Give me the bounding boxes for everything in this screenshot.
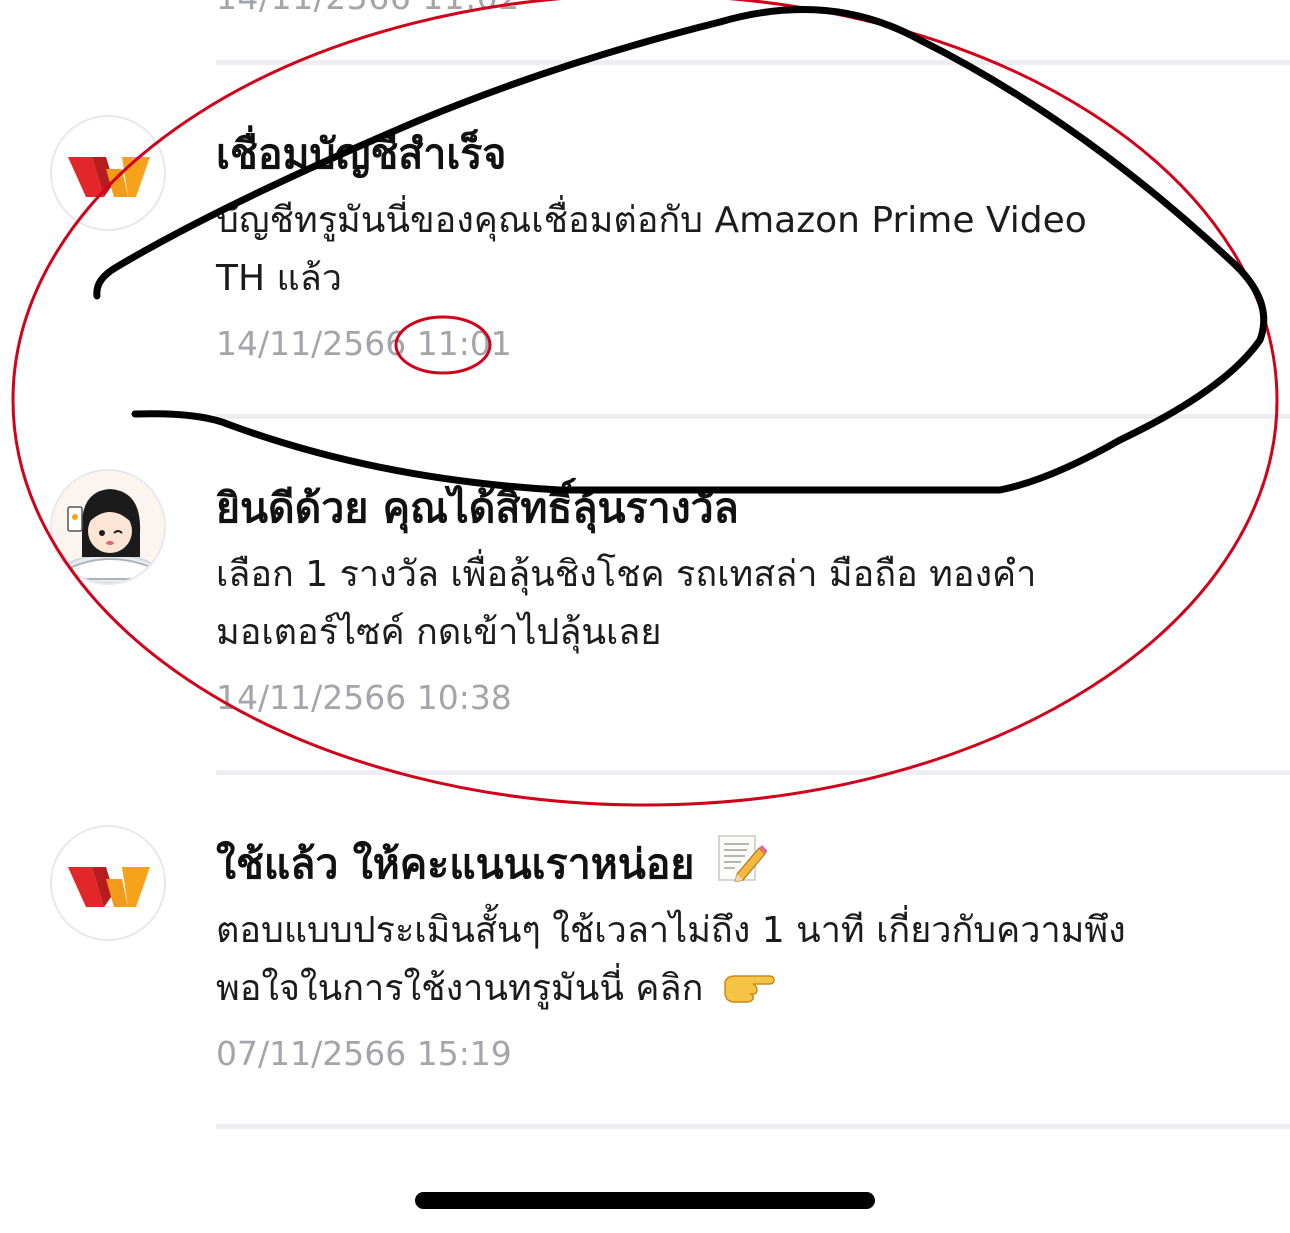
truemoney-logo-icon	[68, 867, 150, 907]
mascot-avatar	[50, 469, 166, 585]
body-line-text: พอใจในการใช้งานทรูมันนี่ คลิก	[216, 968, 704, 1009]
body-line: พอใจในการใช้งานทรูมันนี่ คลิก	[216, 960, 1236, 1022]
notification-body: เลือก 1 รางวัล เพื่อลุ้นชิงโชค รถเทสล่า …	[216, 546, 1236, 662]
divider	[216, 770, 1290, 775]
notification-time: 07/11/2566 15:19	[216, 1034, 512, 1073]
mascot-girl-icon	[52, 471, 164, 583]
notification-item[interactable]: ใช้แล้ว ให้คะแนนเราหน่อย ตอบแบบประเมินสั…	[0, 780, 1290, 1120]
notification-time: 14/11/2566 11:01	[216, 324, 512, 363]
truemoney-logo-icon	[68, 157, 150, 197]
notification-item[interactable]: ยินดีด้วย คุณได้สิทธิ์ลุ้นรางวัล เลือก 1…	[0, 424, 1290, 764]
notification-body: บัญชีทรูมันนี่ของคุณเชื่อมต่อกับ Amazon …	[216, 192, 1236, 308]
time-clock: 15:19	[416, 1034, 512, 1073]
truemoney-logo-avatar	[50, 115, 166, 231]
notification-item[interactable]: เชื่อมบัญชีสำเร็จ บัญชีทรูมันนี่ของคุณเช…	[0, 70, 1290, 410]
body-line: เลือก 1 รางวัล เพื่อลุ้นชิงโชค รถเทสล่า …	[216, 554, 1037, 595]
body-line: บัญชีทรูมันนี่ของคุณเชื่อมต่อกับ Amazon …	[216, 200, 1087, 241]
time-clock: 11:01	[416, 324, 512, 363]
time-clock: 10:38	[416, 678, 512, 717]
notification-title: ใช้แล้ว ให้คะแนนเราหน่อย	[216, 832, 768, 897]
previous-notification-time: 14/11/2566 11:02	[216, 0, 520, 17]
notification-title: ยินดีด้วย คุณได้สิทธิ์ลุ้นรางวัล	[216, 484, 739, 532]
truemoney-logo-avatar	[50, 825, 166, 941]
divider	[216, 1124, 1290, 1129]
divider	[216, 414, 1290, 419]
time-date: 07/11/2566	[216, 1034, 407, 1073]
home-indicator[interactable]	[415, 1192, 875, 1209]
time-date: 14/11/2566	[216, 324, 407, 363]
body-line: TH แล้ว	[216, 258, 342, 299]
notification-title: เชื่อมบัญชีสำเร็จ	[216, 130, 507, 178]
memo-icon	[715, 834, 768, 892]
body-line: ตอบแบบประเมินสั้นๆ ใช้เวลาไม่ถึง 1 นาที …	[216, 910, 1126, 951]
divider	[216, 60, 1290, 65]
notification-time: 14/11/2566 10:38	[216, 678, 512, 717]
pointing-hand-icon	[721, 964, 775, 1022]
notification-body: ตอบแบบประเมินสั้นๆ ใช้เวลาไม่ถึง 1 นาที …	[216, 902, 1236, 1022]
title-text: ใช้แล้ว ให้คะแนนเราหน่อย	[216, 840, 695, 888]
time-date: 14/11/2566	[216, 678, 407, 717]
body-line: มอเตอร์ไซค์ กดเข้าไปลุ้นเลย	[216, 612, 662, 653]
